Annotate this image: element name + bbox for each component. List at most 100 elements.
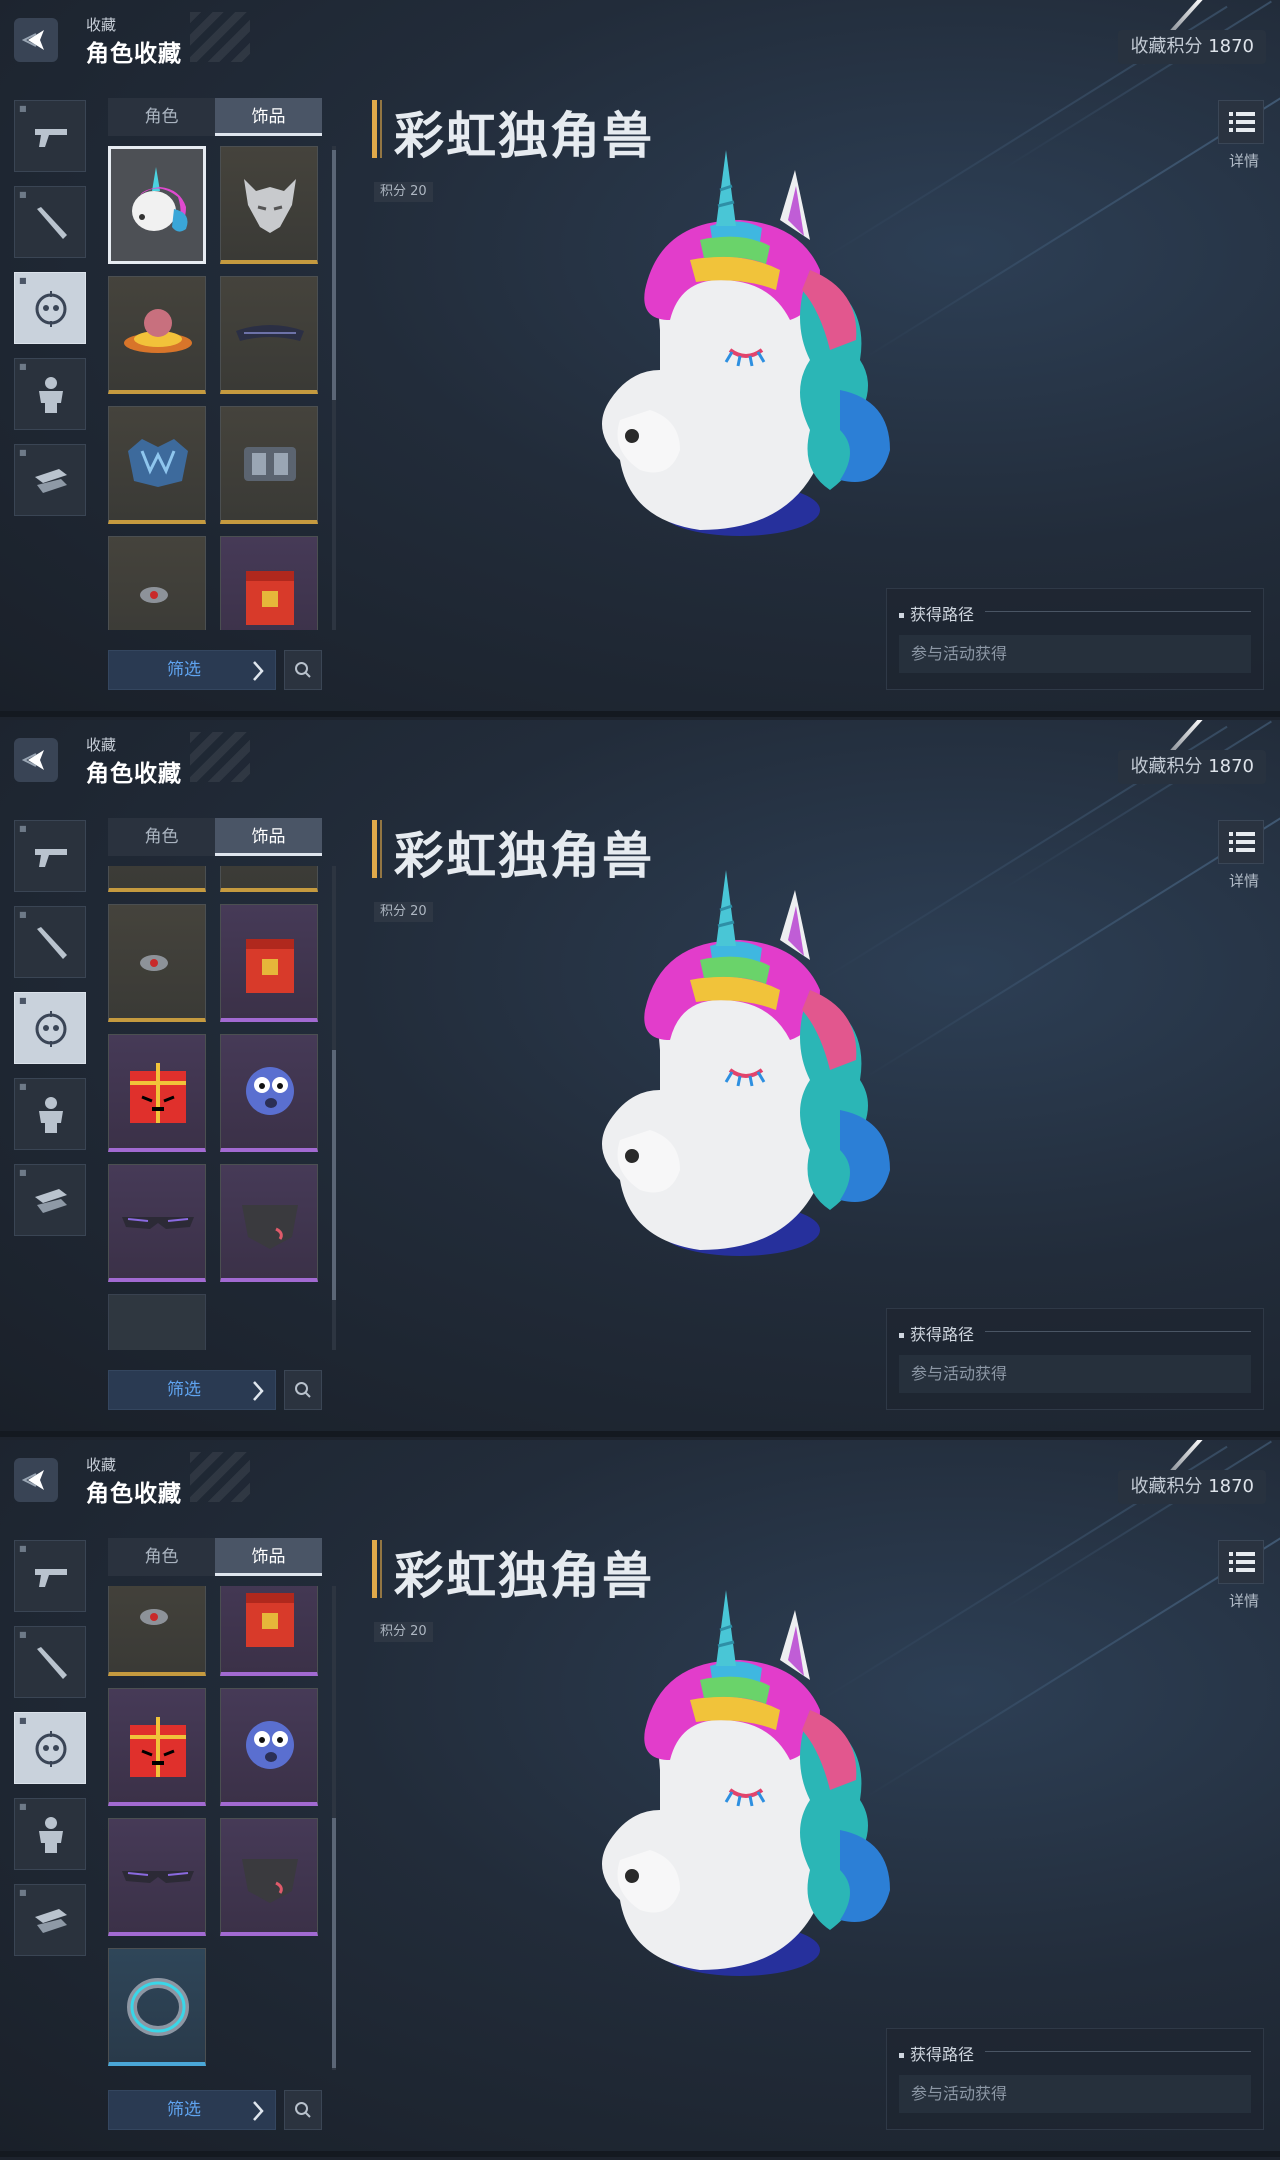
wolf-head-icon (244, 179, 296, 233)
filter-label: 筛选 (167, 2100, 201, 2120)
tab-accessory[interactable]: 饰品 (215, 1538, 322, 1576)
face-mask-icon (242, 1859, 298, 1903)
item-card-ufo-creature[interactable] (108, 276, 206, 394)
category-pistol[interactable]: ■ (14, 1540, 86, 1612)
category-character[interactable]: ■ (14, 1078, 86, 1150)
back-button[interactable] (14, 1458, 58, 1502)
acquire-divider (985, 1331, 1251, 1332)
grid-scrollbar-thumb[interactable] (332, 150, 336, 400)
title-accent-bar (372, 1540, 377, 1598)
screen-panel-2: 收藏 角色收藏 收藏积分 1870 ■ ■ ■ ■ ■ 角色 饰品 筛选 彩虹独… (0, 720, 1280, 1437)
category-melee[interactable]: ■ (14, 906, 86, 978)
chest-icon (246, 1593, 294, 1647)
list-icon (1229, 112, 1255, 132)
item-card-partial[interactable] (108, 1294, 206, 1350)
category-head-accessory[interactable]: ■ (14, 272, 86, 344)
sunglasses-icon (122, 1217, 194, 1229)
grid-scrollbar-thumb[interactable] (332, 1050, 336, 1300)
tab-bar: 角色 饰品 (108, 818, 322, 856)
item-card-gift-box[interactable] (108, 1688, 206, 1806)
item-card-ice-armor[interactable] (108, 866, 206, 892)
page-title: 角色收藏 (86, 761, 182, 787)
category-misc[interactable]: ■ (14, 1164, 86, 1236)
category-misc[interactable]: ■ (14, 1884, 86, 1956)
spider-bot-icon (246, 1067, 294, 1115)
header-decoration (190, 12, 250, 62)
item-card-visor[interactable] (220, 276, 318, 394)
item-card-eye-device[interactable] (108, 904, 206, 1022)
details-label: 详情 (1228, 1592, 1259, 1610)
item-grid (108, 866, 322, 1350)
category-melee[interactable]: ■ (14, 1626, 86, 1698)
category-head-accessory[interactable]: ■ (14, 992, 86, 1064)
acquire-method: 参与活动获得 (899, 1355, 1251, 1393)
item-grid (108, 146, 322, 630)
pistol-icon (35, 1569, 67, 1587)
category-character[interactable]: ■ (14, 358, 86, 430)
tab-character[interactable]: 角色 (108, 1538, 215, 1576)
item-card-wolf-mask[interactable] (220, 146, 318, 264)
title-accent-bar (372, 100, 377, 158)
item-card-gift-box[interactable] (108, 1034, 206, 1152)
face-mask-icon (242, 1205, 298, 1249)
item-card-face-mask[interactable] (220, 1818, 318, 1936)
head-accessory-icon (35, 1731, 67, 1767)
search-button[interactable] (284, 650, 322, 690)
misc-icon (35, 469, 67, 493)
page-title: 角色收藏 (86, 41, 182, 67)
acquire-panel: 获得路径 参与活动获得 (886, 588, 1264, 690)
category-character[interactable]: ■ (14, 1798, 86, 1870)
visor-icon (236, 325, 304, 341)
title-accent-bar (372, 820, 377, 878)
item-card-ring[interactable] (108, 1948, 206, 2066)
filter-button[interactable]: 筛选 (108, 650, 276, 690)
collection-score: 收藏积分 1870 (1118, 750, 1266, 784)
list-icon (1229, 1552, 1255, 1572)
header-decoration (190, 1452, 250, 1502)
item-card-rainbow-unicorn[interactable] (108, 146, 206, 264)
tab-accessory[interactable]: 饰品 (215, 818, 322, 856)
category-melee[interactable]: ■ (14, 186, 86, 258)
melee-icon (37, 927, 67, 959)
tab-accessory[interactable]: 饰品 (215, 98, 322, 136)
grid-scrollbar-thumb[interactable] (332, 1818, 336, 2068)
item-card-eye-device[interactable] (108, 536, 206, 630)
back-button[interactable] (14, 738, 58, 782)
acquire-heading: 获得路径 (899, 2041, 974, 2065)
item-card-red-chest[interactable] (220, 904, 318, 1022)
score-value: 1870 (1208, 1476, 1254, 1497)
category-misc[interactable]: ■ (14, 444, 86, 516)
search-button[interactable] (284, 2090, 322, 2130)
chest-icon (246, 571, 294, 625)
tab-character[interactable]: 角色 (108, 98, 215, 136)
item-card-red-chest[interactable] (220, 536, 318, 630)
details-button[interactable] (1218, 820, 1264, 864)
eye-device-icon (140, 955, 168, 971)
item-card-spider-bot[interactable] (220, 1034, 318, 1152)
filter-button[interactable]: 筛选 (108, 2090, 276, 2130)
pistol-icon (35, 129, 67, 147)
back-arrow-icon (22, 750, 44, 770)
search-button[interactable] (284, 1370, 322, 1410)
category-head-accessory[interactable]: ■ (14, 1712, 86, 1784)
tab-character[interactable]: 角色 (108, 818, 215, 856)
item-card-spider-bot[interactable] (220, 1688, 318, 1806)
item-card-sunglasses[interactable] (108, 1818, 206, 1936)
gift-box-icon (130, 1063, 186, 1123)
back-button[interactable] (14, 18, 58, 62)
item-card-ice-armor[interactable] (108, 406, 206, 524)
item-card-sunglasses[interactable] (108, 1164, 206, 1282)
item-card-eye-device[interactable] (108, 1586, 206, 1676)
filter-button[interactable]: 筛选 (108, 1370, 276, 1410)
back-arrow-icon (22, 30, 44, 50)
item-card-red-chest[interactable] (220, 1586, 318, 1676)
details-button[interactable] (1218, 1540, 1264, 1584)
item-card-mech-armor[interactable] (220, 866, 318, 892)
category-pistol[interactable]: ■ (14, 100, 86, 172)
item-card-mech-armor[interactable] (220, 406, 318, 524)
item-card-face-mask[interactable] (220, 1164, 318, 1282)
details-button[interactable] (1218, 100, 1264, 144)
header-section: 收藏 (86, 1456, 117, 1474)
ring-icon (127, 1978, 189, 2036)
category-pistol[interactable]: ■ (14, 820, 86, 892)
